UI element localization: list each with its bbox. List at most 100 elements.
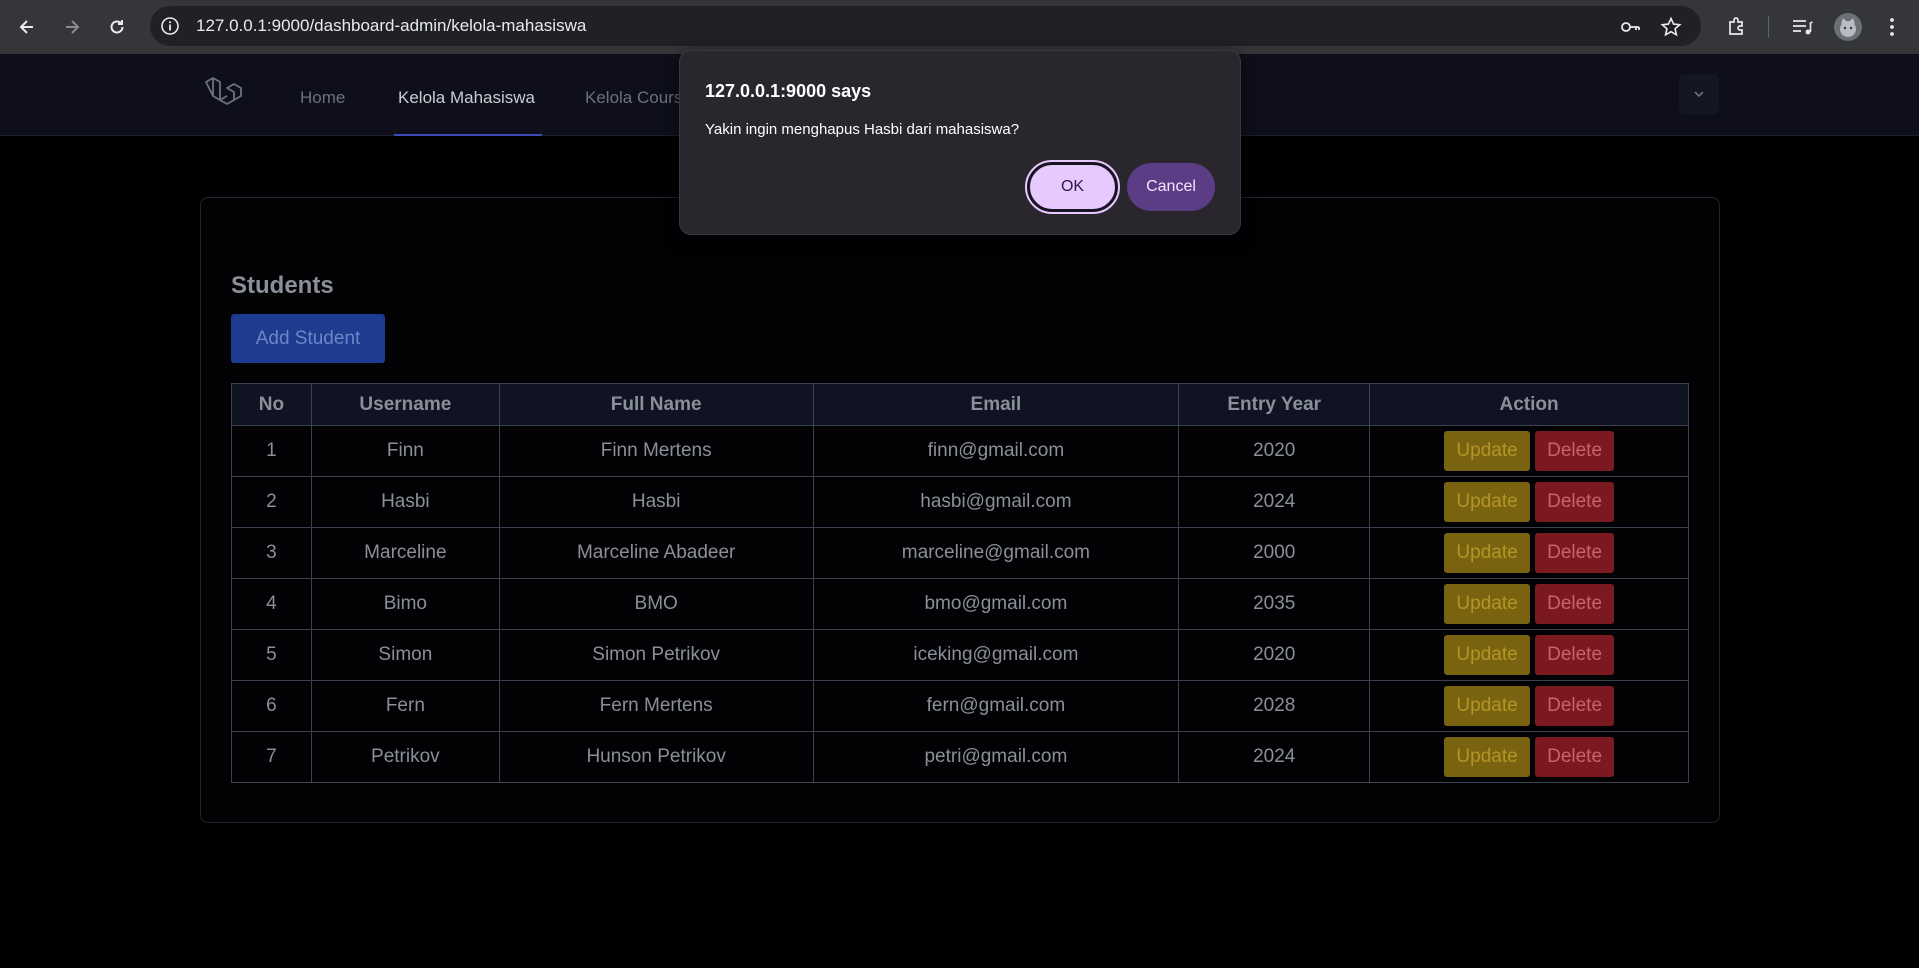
cell-entry-year: 2024 xyxy=(1178,731,1371,783)
password-key-icon[interactable] xyxy=(1619,16,1641,38)
laravel-logo-icon[interactable] xyxy=(203,74,245,116)
delete-button[interactable]: Delete xyxy=(1535,686,1615,726)
dialog-title: 127.0.0.1:9000 says xyxy=(705,81,872,101)
cell-action: Update Delete xyxy=(1369,425,1689,477)
cell-action: Update Delete xyxy=(1369,476,1689,528)
column-header-entry-year: Entry Year xyxy=(1178,383,1371,426)
delete-button[interactable]: Delete xyxy=(1535,482,1615,522)
cell-no: 5 xyxy=(231,629,312,681)
active-nav-indicator xyxy=(394,134,542,136)
toolbar-divider xyxy=(1768,16,1769,38)
url-text[interactable]: 127.0.0.1:9000/dashboard-admin/kelola-ma… xyxy=(196,16,586,36)
cell-no: 6 xyxy=(231,680,312,732)
delete-button[interactable]: Delete xyxy=(1535,737,1615,777)
avatar-cat-icon xyxy=(1840,18,1856,37)
cell-full-name: Fern Mertens xyxy=(498,680,814,732)
cell-full-name: Hasbi xyxy=(498,476,814,528)
media-queue-icon[interactable] xyxy=(1790,15,1814,39)
cell-action: Update Delete xyxy=(1369,629,1689,681)
delete-button[interactable]: Delete xyxy=(1535,431,1615,471)
cell-full-name: Hunson Petrikov xyxy=(498,731,814,783)
update-button[interactable]: Update xyxy=(1444,533,1531,573)
cell-entry-year: 2000 xyxy=(1178,527,1371,579)
cell-email: finn@gmail.com xyxy=(812,425,1180,477)
dialog-message: Yakin ingin menghapus Hasbi dari mahasis… xyxy=(705,121,1020,138)
cell-email: bmo@gmail.com xyxy=(812,578,1180,630)
cell-no: 4 xyxy=(231,578,312,630)
update-button[interactable]: Update xyxy=(1444,431,1531,471)
cell-username: Petrikov xyxy=(310,731,500,783)
cell-email: iceking@gmail.com xyxy=(812,629,1180,681)
table-row: 2 Hasbi Hasbi hasbi@gmail.com 2024 Updat… xyxy=(231,476,1689,528)
cell-no: 2 xyxy=(231,476,312,528)
delete-button[interactable]: Delete xyxy=(1535,584,1615,624)
column-header-username: Username xyxy=(310,383,500,426)
cell-email: fern@gmail.com xyxy=(812,680,1180,732)
forward-button[interactable] xyxy=(58,13,86,41)
cell-action: Update Delete xyxy=(1369,731,1689,783)
row-actions: Update Delete xyxy=(1444,635,1615,675)
table-row: 3 Marceline Marceline Abadeer marceline@… xyxy=(231,527,1689,579)
extensions-icon[interactable] xyxy=(1725,15,1749,39)
cell-action: Update Delete xyxy=(1369,527,1689,579)
back-button[interactable] xyxy=(13,13,41,41)
site-info-icon[interactable] xyxy=(160,16,180,36)
cell-username: Simon xyxy=(310,629,500,681)
cell-entry-year: 2024 xyxy=(1178,476,1371,528)
add-student-button[interactable]: Add Student xyxy=(231,314,385,363)
column-header-action: Action xyxy=(1369,383,1689,426)
reload-button[interactable] xyxy=(103,13,131,41)
nav-link-kelola-course[interactable]: Kelola Cours xyxy=(585,88,682,108)
row-actions: Update Delete xyxy=(1444,737,1615,777)
table-row: 6 Fern Fern Mertens fern@gmail.com 2028 … xyxy=(231,680,1689,732)
row-actions: Update Delete xyxy=(1444,533,1615,573)
table-row: 7 Petrikov Hunson Petrikov petri@gmail.c… xyxy=(231,731,1689,783)
update-button[interactable]: Update xyxy=(1444,482,1531,522)
update-button[interactable]: Update xyxy=(1444,737,1531,777)
user-dropdown-button[interactable] xyxy=(1679,74,1719,114)
cell-username: Finn xyxy=(310,425,500,477)
table-row: 1 Finn Finn Mertens finn@gmail.com 2020 … xyxy=(231,425,1689,477)
reload-icon xyxy=(110,20,124,34)
cell-username: Hasbi xyxy=(310,476,500,528)
update-button[interactable]: Update xyxy=(1444,584,1531,624)
row-actions: Update Delete xyxy=(1444,482,1615,522)
update-button[interactable]: Update xyxy=(1444,635,1531,675)
browser-toolbar: 127.0.0.1:9000/dashboard-admin/kelola-ma… xyxy=(0,0,1919,54)
cell-username: Bimo xyxy=(310,578,500,630)
students-table: No Username Full Name Email Entry Year A… xyxy=(231,383,1689,783)
delete-button[interactable]: Delete xyxy=(1535,533,1615,573)
update-button[interactable]: Update xyxy=(1444,686,1531,726)
column-header-email: Email xyxy=(812,383,1180,426)
address-bar[interactable]: 127.0.0.1:9000/dashboard-admin/kelola-ma… xyxy=(150,6,1701,46)
cell-email: marceline@gmail.com xyxy=(812,527,1180,579)
table-header-row: No Username Full Name Email Entry Year A… xyxy=(231,383,1689,426)
profile-avatar[interactable] xyxy=(1834,13,1862,41)
row-actions: Update Delete xyxy=(1444,431,1615,471)
forward-arrow-icon xyxy=(66,20,80,34)
cell-email: petri@gmail.com xyxy=(812,731,1180,783)
column-header-no: No xyxy=(231,383,312,426)
nav-link-kelola-mahasiswa[interactable]: Kelola Mahasiswa xyxy=(398,88,535,108)
cell-username: Marceline xyxy=(310,527,500,579)
cell-entry-year: 2035 xyxy=(1178,578,1371,630)
cell-no: 1 xyxy=(231,425,312,477)
cell-full-name: BMO xyxy=(498,578,814,630)
cell-action: Update Delete xyxy=(1369,578,1689,630)
cell-full-name: Finn Mertens xyxy=(498,425,814,477)
cell-no: 7 xyxy=(231,731,312,783)
dialog-ok-button[interactable]: OK xyxy=(1025,160,1120,214)
dialog-cancel-button[interactable]: Cancel xyxy=(1127,163,1215,211)
column-header-full-name: Full Name xyxy=(498,383,814,426)
delete-button[interactable]: Delete xyxy=(1535,635,1615,675)
bookmark-star-icon[interactable] xyxy=(1660,16,1682,38)
page-title: Students xyxy=(231,272,334,299)
nav-link-home[interactable]: Home xyxy=(300,88,345,108)
cell-entry-year: 2020 xyxy=(1178,425,1371,477)
cell-full-name: Simon Petrikov xyxy=(498,629,814,681)
cell-full-name: Marceline Abadeer xyxy=(498,527,814,579)
row-actions: Update Delete xyxy=(1444,584,1615,624)
table-row: 4 Bimo BMO bmo@gmail.com 2035 Update Dele… xyxy=(231,578,1689,630)
table-row: 5 Simon Simon Petrikov iceking@gmail.com… xyxy=(231,629,1689,681)
more-menu-icon[interactable] xyxy=(1880,15,1904,39)
